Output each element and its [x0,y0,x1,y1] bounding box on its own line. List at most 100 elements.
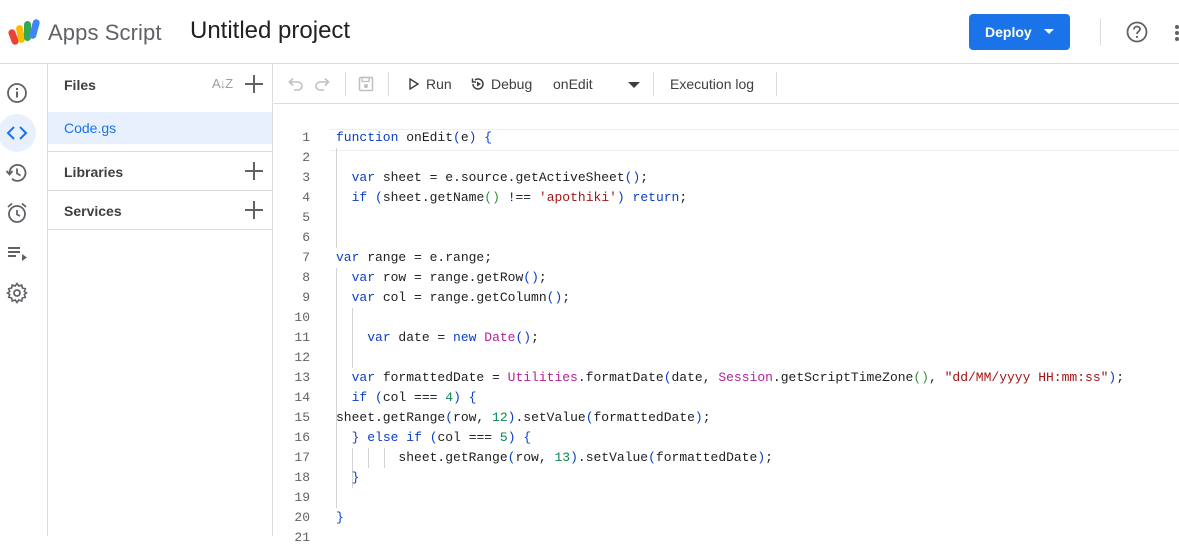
line-number: 19 [294,490,310,505]
code-line[interactable]: 11 var date = new Date(); [274,328,1179,348]
apps-script-logo-icon [8,19,40,45]
execution-log-button[interactable]: Execution log [670,76,754,92]
line-number: 4 [302,190,310,205]
debug-button[interactable]: Debug [468,64,538,104]
code-icon[interactable] [5,121,29,145]
info-icon[interactable] [5,81,29,105]
line-number: 5 [302,210,310,225]
code-text: var col = range.getColumn(); [351,290,571,305]
code-line[interactable]: 2 [274,148,1179,168]
editor-toolbar: Run Debug onEdit Execution log [274,64,1179,104]
code-line[interactable]: 1 function onEdit(e) { [274,128,1179,148]
code-text: var date = new Date(); [367,330,539,345]
code-line[interactable]: 12 [274,348,1179,368]
code-line[interactable]: 5 [274,208,1179,228]
code-text: var range = e.range; [336,250,493,265]
line-number: 18 [294,470,310,485]
play-icon [409,78,419,90]
code-text: var sheet = e.source.getActiveSheet(); [351,170,649,185]
files-panel: Files A↓Z Code.gs Libraries Services [48,64,273,536]
dropdown-icon [628,82,640,88]
code-text: sheet.getRange(row, 13).setValue(formatt… [336,450,773,465]
line-number: 13 [294,370,310,385]
more-options-icon[interactable] [1172,22,1179,44]
code-line[interactable]: 20} [274,508,1179,528]
services-heading: Services [64,203,122,219]
line-number: 9 [302,290,310,305]
code-line[interactable]: 8 var row = range.getRow(); [274,268,1179,288]
add-file-icon[interactable] [245,75,263,93]
alarm-icon[interactable] [5,201,29,225]
line-number: 7 [302,250,310,265]
top-bar: Apps Script Untitled project Deploy [0,0,1179,64]
file-item-code-gs[interactable]: Code.gs [48,112,272,144]
function-select[interactable]: onEdit [548,64,648,104]
project-title[interactable]: Untitled project [190,17,350,45]
deploy-label: Deploy [985,24,1032,40]
redo-icon[interactable] [314,76,332,92]
code-text: } [351,470,360,485]
run-button[interactable]: Run [402,64,458,104]
help-icon[interactable] [1126,21,1148,43]
code-line[interactable]: 13 var formattedDate = Utilities.formatD… [274,368,1179,388]
add-library-icon[interactable] [245,162,263,180]
add-service-icon[interactable] [245,201,263,219]
sort-az-icon[interactable]: A↓Z [212,76,233,91]
code-line[interactable]: 18 } [274,468,1179,488]
code-editor[interactable]: 1 function onEdit(e) { 2 3 var sheet = e.so… [274,104,1179,545]
libraries-heading: Libraries [64,164,124,180]
left-nav-rail [0,64,48,536]
code-line[interactable]: 15 sheet.getRange(row, 12).setValue(forma… [274,408,1179,428]
divider [48,151,273,152]
app-name[interactable]: Apps Script [48,20,162,46]
code-line[interactable]: 7 var range = e.range; [274,248,1179,268]
code-line[interactable]: 3 var sheet = e.source.getActiveSheet(); [274,168,1179,188]
file-item-label: Code.gs [64,120,117,136]
line-number: 11 [294,330,310,345]
line-number: 3 [302,170,310,185]
line-number: 17 [294,450,310,465]
code-text: } [336,510,344,525]
code-text: var row = range.getRow(); [351,270,547,285]
line-number: 21 [294,530,310,545]
debug-icon [471,78,484,90]
line-number: 1 [302,130,310,145]
save-icon[interactable] [358,76,374,92]
line-number: 12 [294,350,310,365]
toolbar-divider [345,72,346,96]
code-text: sheet.getRange(row, 12).setValue(formatt… [336,410,711,425]
debug-label: Debug [491,76,533,92]
toolbar-divider [776,72,777,96]
code-line[interactable]: 14 if (col === 4) { [274,388,1179,408]
code-line[interactable]: 16 } else if (col === 5) { [274,428,1179,448]
code-line[interactable]: 6 [274,228,1179,248]
undo-icon[interactable] [286,76,304,92]
executions-icon[interactable] [5,241,29,265]
code-text: if (sheet.getName() !== 'apothiki') retu… [351,190,688,205]
code-line[interactable]: 9 var col = range.getColumn(); [274,288,1179,308]
settings-icon[interactable] [5,281,29,305]
code-line[interactable]: 10 [274,308,1179,328]
code-text: } else if (col === 5) { [351,430,532,445]
code-text: function onEdit(e) { [336,130,493,145]
files-heading: Files [64,77,96,93]
code-line[interactable]: 19 [274,488,1179,508]
header-divider [1100,18,1101,46]
line-number: 2 [302,150,310,165]
code-text: var formattedDate = Utilities.formatDate… [351,370,1125,385]
toolbar-divider [653,72,654,96]
line-number: 8 [302,270,310,285]
history-icon[interactable] [5,161,29,185]
code-line[interactable]: 17 sheet.getRange(row, 13).setValue(form… [274,448,1179,468]
divider [48,190,273,191]
code-line[interactable]: 21 [274,528,1179,548]
toolbar-divider [388,72,389,96]
line-number: 6 [302,230,310,245]
line-number: 14 [294,390,310,405]
line-number: 16 [294,430,310,445]
line-number: 20 [294,510,310,525]
deploy-dropdown-icon[interactable] [1044,29,1054,34]
deploy-button[interactable]: Deploy [969,14,1070,50]
code-line[interactable]: 4 if (sheet.getName() !== 'apothiki') re… [274,188,1179,208]
run-label: Run [426,76,452,92]
